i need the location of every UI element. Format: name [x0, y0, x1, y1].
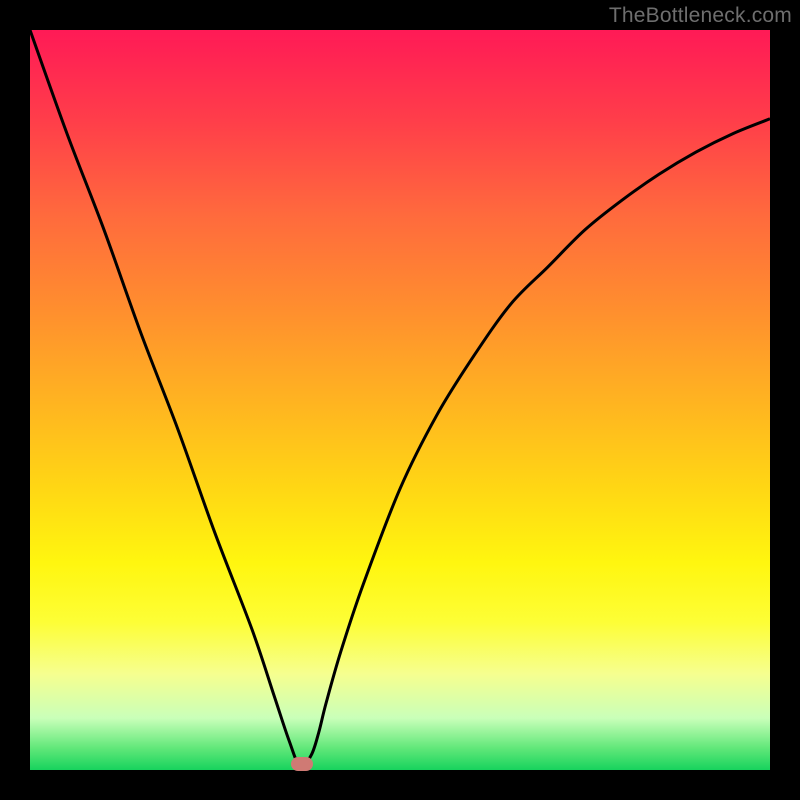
minimum-marker [291, 757, 313, 771]
plot-area [30, 30, 770, 770]
watermark-text: TheBottleneck.com [609, 4, 792, 28]
curve-layer [30, 30, 770, 770]
chart-frame: TheBottleneck.com [0, 0, 800, 800]
bottleneck-curve [30, 30, 770, 767]
